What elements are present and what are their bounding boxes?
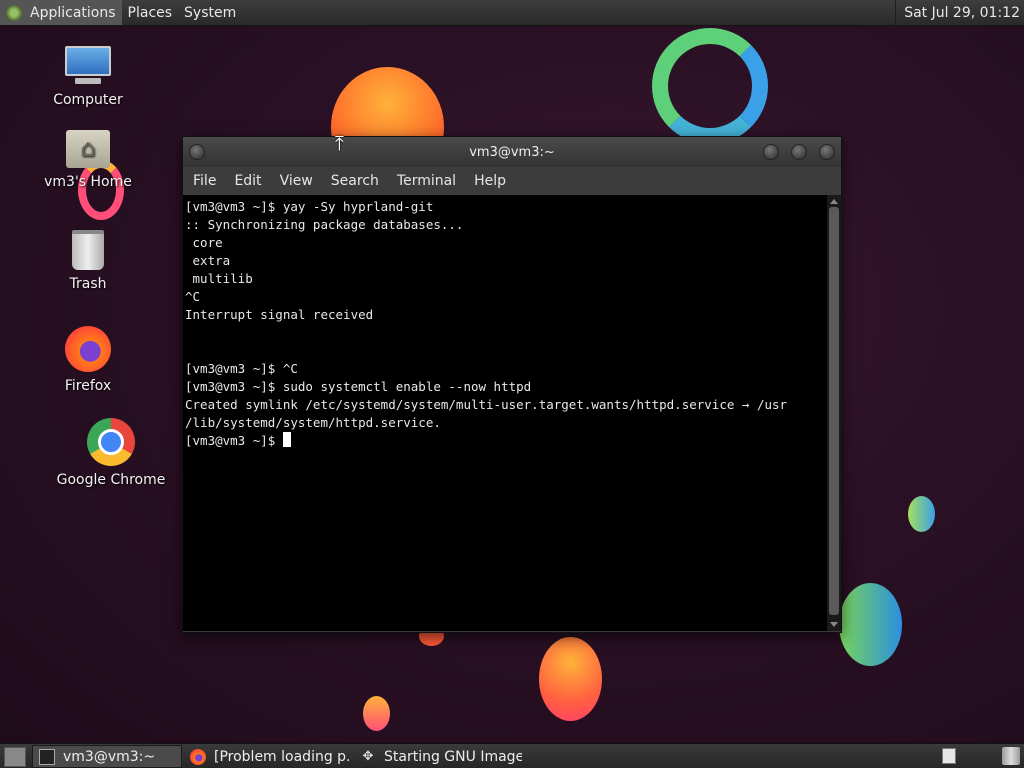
window-menu-button[interactable] <box>189 144 205 160</box>
wallpaper-small-orange-blob <box>363 696 390 731</box>
window-titlebar[interactable]: vm3@vm3:~ <box>183 137 841 167</box>
top-panel: Applications Places System Sat Jul 29, 0… <box>0 0 1024 26</box>
show-desktop-button[interactable] <box>4 746 26 767</box>
firefox-icon <box>190 748 206 765</box>
wallpaper-small-blue-blob <box>908 496 935 532</box>
menu-edit[interactable]: Edit <box>228 173 269 189</box>
desktop-icon-computer[interactable]: Computer <box>33 46 143 108</box>
bottom-taskbar: vm3@vm3:~ [Problem loading p... ✥ Starti… <box>0 743 1024 768</box>
taskbar-item-label: vm3@vm3:~ <box>63 748 156 765</box>
terminal-line: [vm3@vm3 ~]$ sudo systemctl enable --now… <box>185 379 532 394</box>
applications-icon <box>6 4 22 21</box>
desktop-icon-chrome[interactable]: Google Chrome <box>56 418 166 488</box>
desktop-icon-firefox[interactable]: Firefox <box>33 326 143 394</box>
terminal-scrollbar[interactable] <box>827 195 841 631</box>
workspace-switcher[interactable] <box>942 748 956 764</box>
scrollbar-thumb[interactable] <box>829 207 839 615</box>
desktop-icon-label: Trash <box>69 276 107 292</box>
terminal-line: multilib <box>185 271 253 286</box>
terminal-icon <box>39 748 55 765</box>
terminal-prompt: [vm3@vm3 ~]$ <box>185 433 283 448</box>
mouse-pointer-icon: ⤒ <box>335 131 344 155</box>
taskbar-item-label: [Problem loading p... <box>214 748 352 765</box>
terminal-line: :: Synchronizing package databases... <box>185 217 464 232</box>
wallpaper-blue-blob <box>839 583 902 666</box>
terminal-menubar: File Edit View Search Terminal Help <box>183 167 841 195</box>
clock[interactable]: Sat Jul 29, 01:12 <box>895 0 1024 25</box>
trash-icon <box>72 230 104 270</box>
wallpaper-green-ring <box>652 28 768 144</box>
menu-view[interactable]: View <box>274 173 321 189</box>
computer-icon <box>65 46 111 86</box>
applications-menu[interactable]: Applications <box>0 0 122 25</box>
taskbar-item-firefox[interactable]: [Problem loading p... <box>184 745 352 768</box>
minimize-button[interactable] <box>763 144 779 160</box>
gimp-icon: ✥ <box>362 748 374 764</box>
maximize-button[interactable] <box>791 144 807 160</box>
terminal-line: core <box>185 235 223 250</box>
system-menu[interactable]: System <box>178 0 242 25</box>
terminal-window[interactable]: vm3@vm3:~ File Edit View Search Terminal… <box>182 136 842 633</box>
taskbar-item-gimp[interactable]: ✥ Starting GNU Image... <box>354 745 522 768</box>
desktop-icon-label: Computer <box>53 92 123 108</box>
menu-search[interactable]: Search <box>325 173 387 189</box>
menu-terminal[interactable]: Terminal <box>391 173 464 189</box>
desktop-icon-home[interactable]: vm3's Home <box>33 130 143 190</box>
scroll-up-arrow-icon[interactable] <box>830 199 838 204</box>
desktop-icon-label: Google Chrome <box>56 472 166 488</box>
applications-menu-label: Applications <box>30 4 116 21</box>
terminal-line: Created symlink /etc/systemd/system/mult… <box>185 397 788 412</box>
desktop-icon-trash[interactable]: Trash <box>33 230 143 292</box>
close-button[interactable] <box>819 144 835 160</box>
system-menu-label: System <box>184 4 237 21</box>
menu-help[interactable]: Help <box>468 173 514 189</box>
window-title: vm3@vm3:~ <box>469 144 555 160</box>
terminal-cursor <box>282 432 291 447</box>
terminal-prompt-line: [vm3@vm3 ~]$ <box>185 432 827 450</box>
terminal-line: extra <box>185 253 231 268</box>
places-menu-label: Places <box>127 4 173 21</box>
scroll-down-arrow-icon[interactable] <box>830 622 838 627</box>
terminal-line: /lib/systemd/system/httpd.service. <box>185 415 441 430</box>
menu-file[interactable]: File <box>187 173 224 189</box>
terminal-line: [vm3@vm3 ~]$ yay -Sy hyprland-git <box>185 199 434 214</box>
firefox-icon <box>65 326 111 372</box>
desktop-icon-label: vm3's Home <box>44 174 132 190</box>
trash-applet-icon[interactable] <box>1002 747 1020 765</box>
home-folder-icon <box>66 130 110 168</box>
taskbar-item-label: Starting GNU Image... <box>384 748 522 765</box>
taskbar-item-terminal[interactable]: vm3@vm3:~ <box>32 745 182 768</box>
terminal-line: ^C <box>185 289 201 304</box>
places-menu[interactable]: Places <box>122 0 179 25</box>
desktop-icon-label: Firefox <box>64 378 112 394</box>
chrome-icon <box>87 418 135 466</box>
wallpaper-orange-blob-bottom <box>539 637 602 721</box>
terminal-line: Interrupt signal received <box>185 307 374 322</box>
terminal-output[interactable]: [vm3@vm3 ~]$ yay -Sy hyprland-git:: Sync… <box>183 195 827 631</box>
terminal-line: [vm3@vm3 ~]$ ^C <box>185 361 298 376</box>
